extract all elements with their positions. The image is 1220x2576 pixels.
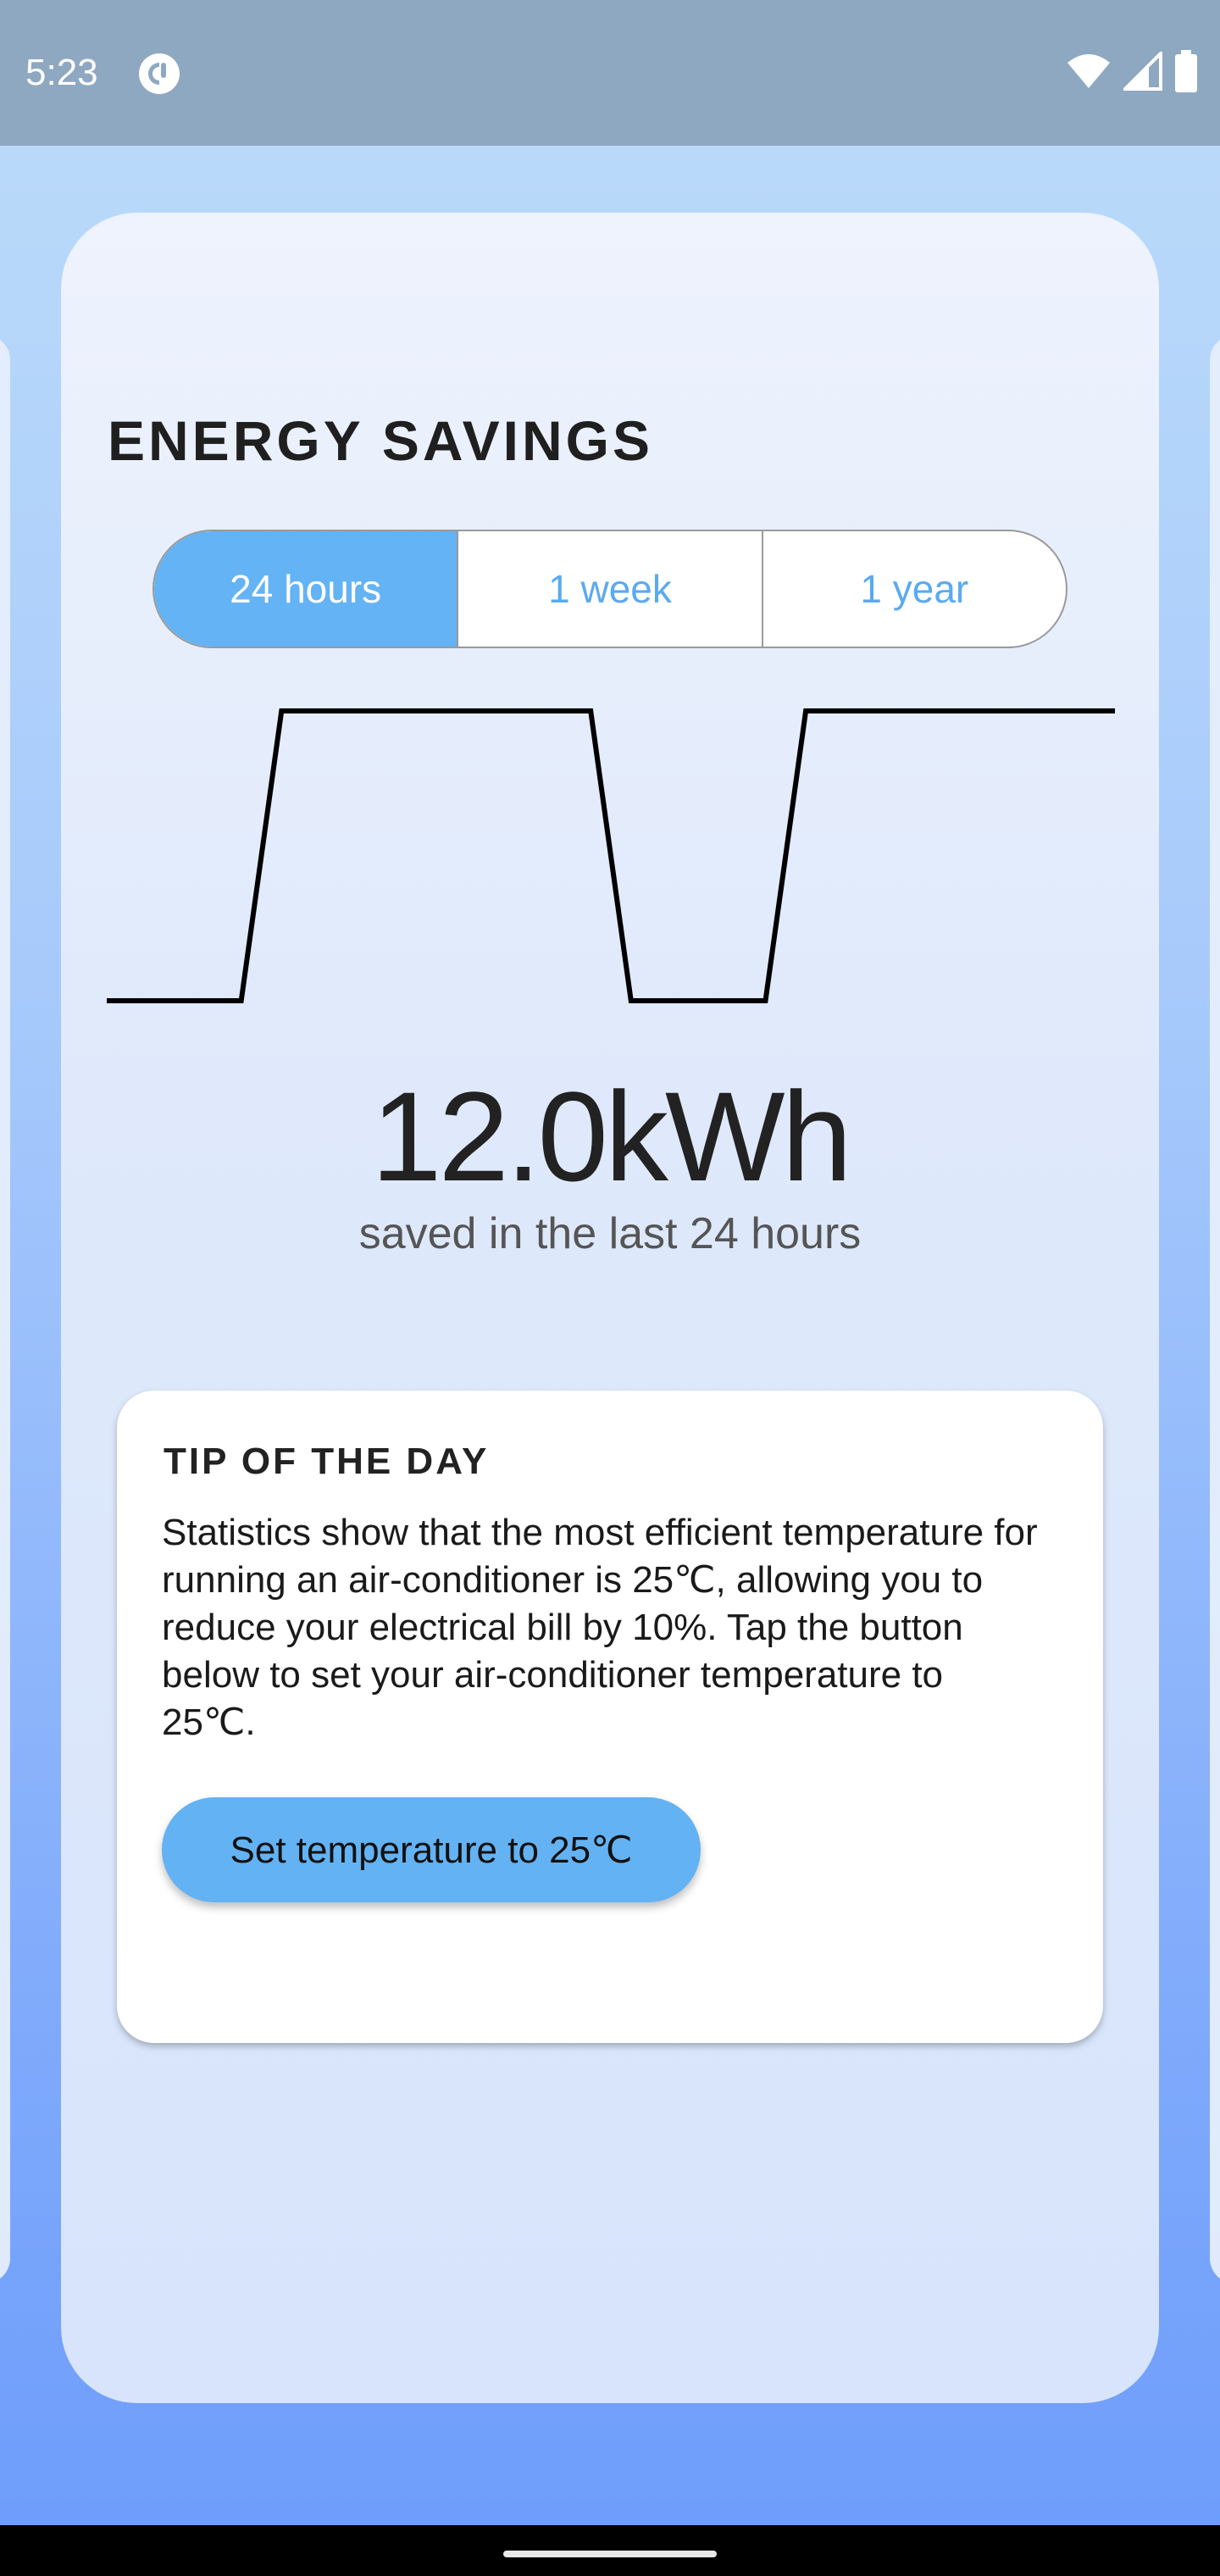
pocket-casts-icon (138, 53, 180, 95)
card-title: ENERGY SAVINGS (108, 409, 654, 472)
status-time: 5:23 (25, 52, 98, 93)
savings-value: 12.0kWh (371, 1065, 852, 1208)
cellular-signal-icon (1121, 48, 1162, 95)
energy-savings-card: ENERGY SAVINGS 24 hours 1 week 1 year 12… (61, 213, 1159, 2403)
tab-24-hours[interactable]: 24 hours (154, 531, 458, 647)
wifi-icon (1066, 53, 1112, 94)
status-icons (1066, 48, 1198, 97)
navigation-bar (0, 2525, 1220, 2576)
previous-card-edge[interactable] (0, 335, 10, 2284)
tip-title: TIP OF THE DAY (164, 1441, 490, 1482)
tip-body: Statistics show that the most efficient … (162, 1512, 1038, 1743)
battery-icon (1174, 49, 1198, 97)
tab-1-year[interactable]: 1 year (761, 531, 1066, 647)
set-temperature-button[interactable]: Set temperature to 25℃ (162, 1797, 701, 1902)
savings-chart (107, 708, 1115, 1003)
period-selector: 24 hours 1 week 1 year (152, 530, 1068, 648)
tab-1-week[interactable]: 1 week (457, 531, 761, 647)
tip-card: TIP OF THE DAY Statistics show that the … (117, 1391, 1103, 2043)
next-card-edge[interactable] (1210, 335, 1220, 2284)
screen: 5:23 ENERGY SAVINGS 24 hours 1 week 1 ye… (0, 0, 1220, 2576)
home-handle[interactable] (503, 2551, 717, 2557)
savings-series-line (107, 708, 1115, 1003)
savings-caption: saved in the last 24 hours (358, 1209, 862, 1258)
status-bar: 5:23 (0, 0, 1220, 146)
